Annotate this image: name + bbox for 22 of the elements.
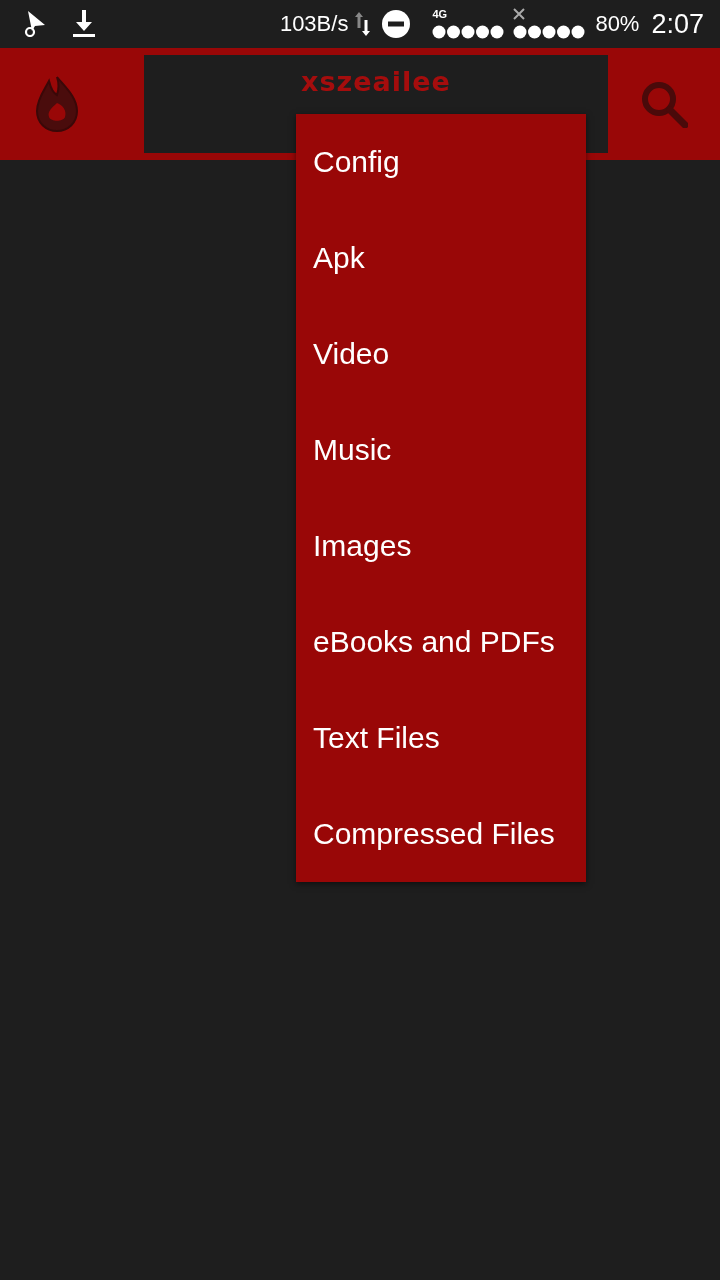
network-speed: 103B/s xyxy=(279,11,349,37)
menu-item[interactable]: Music xyxy=(296,402,586,498)
clock-time: 2:07 xyxy=(651,8,704,40)
menu-item[interactable]: Text Files xyxy=(296,690,586,786)
pointer-icon xyxy=(24,11,46,37)
flame-icon[interactable] xyxy=(35,75,79,133)
battery-percent: 80% xyxy=(595,11,640,37)
do-not-disturb-icon xyxy=(382,10,411,38)
menu-item[interactable]: Config xyxy=(296,114,586,210)
download-icon xyxy=(72,10,96,38)
signal-dots-icon xyxy=(432,24,505,40)
menu-item[interactable]: Video xyxy=(296,306,586,402)
no-signal-x-icon xyxy=(513,8,526,20)
menu-item[interactable]: Apk xyxy=(296,210,586,306)
data-arrows-icon xyxy=(354,12,373,36)
search-icon[interactable] xyxy=(640,80,688,128)
menu-item[interactable]: Compressed Files xyxy=(296,786,586,882)
network-type: 4G xyxy=(432,8,448,20)
app-logo-title: xszeailee xyxy=(301,65,451,99)
signal-dots-icon xyxy=(513,24,586,40)
menu-item[interactable]: eBooks and PDFs xyxy=(296,594,586,690)
menu-item[interactable]: Images xyxy=(296,498,586,594)
